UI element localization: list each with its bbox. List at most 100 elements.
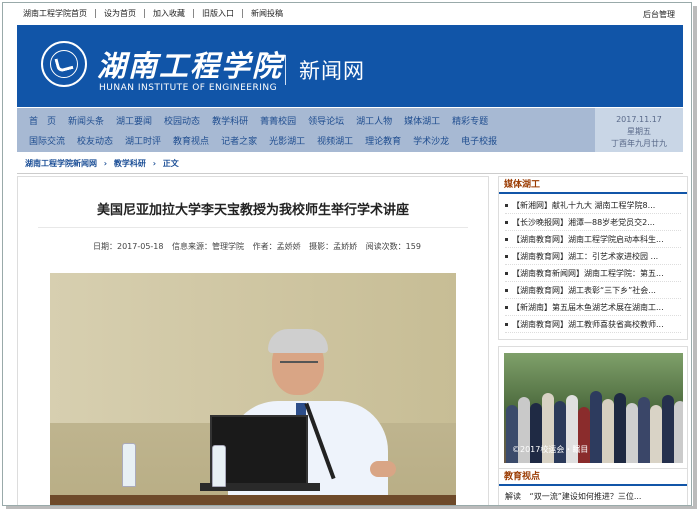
news-link[interactable]: 【湖南教育网】湖工：引艺术家进校园 ... (512, 252, 658, 261)
school-emblem-icon[interactable] (41, 41, 87, 87)
education-view-header: 教育视点 (499, 469, 687, 486)
nav-item-headlines[interactable]: 新闻头条 (62, 114, 110, 127)
news-link[interactable]: 【湖南教育网】湖工教师喜获省高校教师... (512, 320, 664, 329)
nav-item-education-view[interactable]: 教育视点 (167, 134, 215, 147)
list-item[interactable]: 【新湖南】第五届木鱼湖艺术展在湖南工... (505, 299, 681, 316)
photo-figure (638, 397, 650, 463)
breadcrumb-section[interactable]: 教学科研 (114, 159, 146, 168)
date-text: 2017.11.17 (616, 115, 662, 124)
frame-shadow-right (693, 6, 697, 509)
breadcrumb: 湖南工程学院新闻网 › 教学科研 › 正文 (25, 158, 183, 169)
nav-item-reporters[interactable]: 记者之家 (215, 134, 263, 147)
photo-water-bottle (212, 445, 226, 487)
article-author: 作者：孟娇娇 (252, 242, 301, 251)
bullet-icon (505, 306, 508, 309)
bullet-icon (505, 272, 508, 275)
nav-item-commentary[interactable]: 湖工时评 (119, 134, 167, 147)
photo-water-bottle (122, 443, 136, 487)
bullet-icon (505, 289, 508, 292)
nav-item-e-paper[interactable]: 电子校报 (455, 134, 503, 147)
photo-figure (662, 395, 674, 463)
media-box-title[interactable]: 媒体湖工 (504, 180, 540, 190)
bullet-icon (505, 204, 508, 207)
nav-item-salon[interactable]: 学术沙龙 (407, 134, 455, 147)
site-title: 新闻网 (299, 59, 365, 83)
nav-rows: 首 页 新闻头条 湖工要闻 校园动态 教学科研 菁菁校园 领导论坛 湖工人物 媒… (23, 110, 503, 150)
news-link[interactable]: 【湖南教育新闻网】湖南工程学院：第五... (512, 269, 664, 278)
link-set-homepage[interactable]: 设为首页 (96, 9, 145, 18)
news-link[interactable]: 【新湖南】第五届木鱼湖艺术展在湖南工... (512, 303, 664, 312)
article-divider (38, 227, 468, 228)
list-item[interactable]: 【湖南教育网】湖南工程学院启动本科生... (505, 231, 681, 248)
link-old-version[interactable]: 旧版入口 (194, 9, 243, 18)
edu-tag: 解读 (505, 492, 521, 501)
date-panel: 2017.11.17 星期五 丁酉年九月廿九 (595, 108, 683, 152)
media-box-header: 媒体湖工 (499, 177, 687, 194)
photo-figure (602, 399, 614, 463)
featured-photo[interactable]: ©2017校运会・瞩目 (504, 353, 683, 463)
article-photo (50, 273, 456, 505)
list-item[interactable]: 【湖南教育新闻网】湖南工程学院：第五... (505, 265, 681, 282)
news-link[interactable]: 【新湘网】献礼十九大 湖南工程学院8... (512, 201, 655, 210)
nav-item-campus-news[interactable]: 校园动态 (158, 114, 206, 127)
breadcrumb-site[interactable]: 湖南工程学院新闻网 (25, 159, 97, 168)
article-meta: 日期：2017-05-18 信息来源：管理学院 作者：孟娇娇 摄影：孟娇娇 阅读… (93, 241, 427, 252)
photo-figure (614, 393, 626, 463)
weekday-text: 星期五 (627, 127, 651, 136)
media-box: 媒体湖工 【新湘网】献礼十九大 湖南工程学院8... 【长沙晚报网】湘潭—88岁… (498, 176, 688, 340)
main-nav: 首 页 新闻头条 湖工要闻 校园动态 教学科研 菁菁校园 领导论坛 湖工人物 媒… (17, 108, 683, 152)
breadcrumb-current: 正文 (162, 159, 179, 168)
education-view-title[interactable]: 教育视点 (504, 472, 540, 482)
link-add-favorite[interactable]: 加入收藏 (145, 9, 194, 18)
media-news-list: 【新湘网】献礼十九大 湖南工程学院8... 【长沙晚报网】湘潭—88岁老党员交2… (499, 194, 687, 333)
list-item[interactable]: 【湖南教育网】湖工：引艺术家进校园 ... (505, 248, 681, 265)
article-panel: 美国尼亚加拉大学李天宝教授为我校师生举行学术讲座 日期：2017-05-18 信… (17, 176, 489, 505)
logo-english-name: HUNAN INSTITUTE OF ENGINEERING (99, 83, 278, 93)
nav-item-specials[interactable]: 精彩专题 (446, 114, 494, 127)
photo-wall (50, 273, 456, 423)
list-item[interactable]: 【湖南教育网】湖工教师喜获省高校教师... (505, 316, 681, 333)
link-submit-news[interactable]: 新闻投稿 (243, 9, 291, 18)
nav-item-alumni[interactable]: 校友动态 (71, 134, 119, 147)
news-link[interactable]: 【湖南教育网】湖南工程学院启动本科生... (512, 235, 664, 244)
photo-figure (674, 401, 683, 463)
nav-item-teaching-research[interactable]: 教学科研 (206, 114, 254, 127)
nav-row-2: 国际交流 校友动态 湖工时评 教育视点 记者之家 光影湖工 视频湖工 理论教育 … (23, 130, 503, 150)
nav-item-international[interactable]: 国际交流 (23, 134, 71, 147)
photo-caption: ©2017校运会・瞩目 (512, 445, 589, 454)
nav-item-people[interactable]: 湖工人物 (350, 114, 398, 127)
nav-item-home[interactable]: 首 页 (23, 114, 62, 127)
top-links: 湖南工程学院首页 设为首页 加入收藏 旧版入口 新闻投稿 (23, 9, 291, 18)
news-link[interactable]: 【长沙晚报网】湘潭—88岁老党员交2... (512, 218, 655, 227)
site-header: 湖南工程学院 HUNAN INSTITUTE OF ENGINEERING 新闻… (17, 25, 683, 107)
list-item[interactable]: 【新湘网】献礼十九大 湖南工程学院8... (505, 197, 681, 214)
list-item[interactable]: 【长沙晚报网】湘潭—88岁老党员交2... (505, 214, 681, 231)
nav-item-theory[interactable]: 理论教育 (359, 134, 407, 147)
featured-photo-box[interactable]: ©2017校运会・瞩目 (498, 346, 688, 472)
link-admin[interactable]: 后台管理 (643, 9, 675, 20)
breadcrumb-separator: › (152, 159, 156, 168)
nav-item-major-news[interactable]: 湖工要闻 (110, 114, 158, 127)
article-source: 信息来源：管理学院 (172, 242, 245, 251)
link-home[interactable]: 湖南工程学院首页 (23, 9, 96, 18)
edu-link[interactable]: “双一流”建设如何推进？三位... (530, 492, 642, 501)
top-bar: 湖南工程学院首页 设为首页 加入收藏 旧版入口 新闻投稿 后台管理 (3, 3, 691, 23)
bullet-icon (505, 255, 508, 258)
browser-frame: 湖南工程学院首页 设为首页 加入收藏 旧版入口 新闻投稿 后台管理 湖南工程学院… (2, 2, 692, 506)
bullet-icon (505, 221, 508, 224)
header-divider (285, 55, 286, 85)
list-item[interactable]: 【湖南教育网】湖工表彰“三下乡”社会... (505, 282, 681, 299)
news-link[interactable]: 【湖南教育网】湖工表彰“三下乡”社会... (512, 286, 656, 295)
nav-item-campus-life[interactable]: 菁菁校园 (254, 114, 302, 127)
nav-item-photos[interactable]: 光影湖工 (263, 134, 311, 147)
nav-item-leader-forum[interactable]: 领导论坛 (302, 114, 350, 127)
logo-chinese-name[interactable]: 湖南工程学院 (97, 43, 283, 85)
nav-item-videos[interactable]: 视频湖工 (311, 134, 359, 147)
nav-item-media[interactable]: 媒体湖工 (398, 114, 446, 127)
education-view-box: 教育视点 解读 “双一流”建设如何推进？三位... (498, 468, 688, 505)
photo-figure (626, 403, 638, 463)
breadcrumb-divider (17, 173, 683, 174)
list-item[interactable]: 解读 “双一流”建设如何推进？三位... (499, 486, 687, 502)
photo-speaker-hair (268, 329, 328, 353)
bullet-icon (505, 323, 508, 326)
